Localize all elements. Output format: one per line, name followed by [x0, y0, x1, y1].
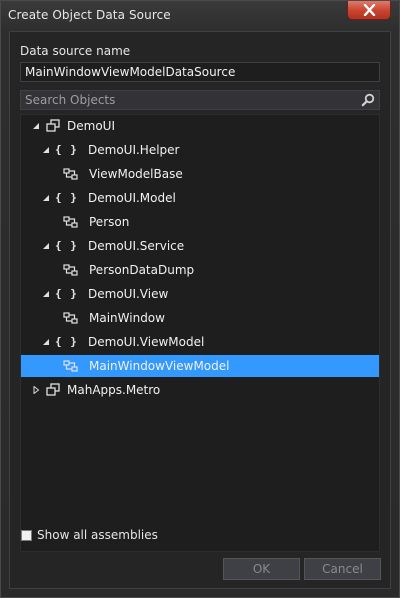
- dialog-content: Data source name MainWindowViewModelData…: [9, 31, 391, 589]
- expanded-arrow-icon[interactable]: [42, 338, 50, 346]
- tree-item-class[interactable]: MainWindowViewModel: [21, 355, 379, 377]
- tree-item-class[interactable]: PersonDataDump: [21, 259, 379, 281]
- class-icon: [63, 264, 78, 276]
- close-icon: [363, 4, 376, 16]
- search-objects-input[interactable]: Search Objects: [25, 93, 115, 107]
- collapsed-arrow-icon[interactable]: [32, 386, 40, 394]
- expanded-arrow-icon[interactable]: [42, 146, 50, 154]
- class-icon: [63, 312, 78, 324]
- tree-item-label: DemoUI.Model: [88, 191, 176, 205]
- class-icon: [63, 216, 78, 228]
- close-button[interactable]: [347, 1, 391, 20]
- tree-item-label: MahApps.Metro: [67, 383, 161, 397]
- search-icon[interactable]: [361, 93, 375, 107]
- tree-item-class[interactable]: ViewModelBase: [21, 163, 379, 185]
- tree-item-class[interactable]: Person: [21, 211, 379, 233]
- show-all-assemblies-label[interactable]: Show all assemblies: [37, 528, 158, 542]
- namespace-icon: { }: [55, 287, 78, 300]
- class-icon: [63, 168, 78, 180]
- tree-item-label: DemoUI: [67, 119, 115, 133]
- tree-item-label: MainWindow: [89, 311, 165, 325]
- tree-item-label: PersonDataDump: [89, 263, 195, 277]
- class-icon: [63, 360, 78, 372]
- tree-item-namespace[interactable]: { } DemoUI.Service: [21, 235, 379, 257]
- tree-item-assembly[interactable]: MahApps.Metro: [21, 379, 379, 401]
- window-title: Create Object Data Source: [8, 8, 171, 22]
- namespace-icon: { }: [55, 239, 78, 252]
- expanded-arrow-icon[interactable]: [42, 242, 50, 250]
- cancel-button[interactable]: Cancel: [304, 558, 381, 580]
- tree-item-namespace[interactable]: { } DemoUI.ViewModel: [21, 331, 379, 353]
- tree-item-label: DemoUI.ViewModel: [88, 335, 205, 349]
- tree-item-assembly[interactable]: DemoUI: [21, 115, 379, 137]
- tree-item-class[interactable]: MainWindow: [21, 307, 379, 329]
- tree-item-label: DemoUI.Helper: [88, 143, 180, 157]
- assembly-icon: [46, 119, 60, 132]
- tree-item-label: DemoUI.Service: [88, 239, 185, 253]
- data-source-name-input[interactable]: MainWindowViewModelDataSource: [20, 62, 380, 82]
- tree-item-label: MainWindowViewModel: [89, 359, 230, 373]
- assembly-icon: [46, 383, 60, 396]
- ok-button[interactable]: OK: [223, 558, 300, 580]
- search-box[interactable]: Search Objects: [20, 90, 380, 110]
- namespace-icon: { }: [55, 191, 78, 204]
- tree-item-label: ViewModelBase: [89, 167, 183, 181]
- expanded-arrow-icon[interactable]: [42, 290, 50, 298]
- object-tree[interactable]: DemoUI { } DemoUI.Helper ViewModelBase { } De…: [20, 114, 380, 552]
- dialog-window: Create Object Data Source Data source na…: [0, 0, 400, 598]
- tree-item-label: DemoUI.View: [88, 287, 169, 301]
- expanded-arrow-icon[interactable]: [32, 122, 40, 130]
- expanded-arrow-icon[interactable]: [42, 194, 50, 202]
- tree-item-label: Person: [89, 215, 130, 229]
- tree-item-namespace[interactable]: { } DemoUI.Helper: [21, 139, 379, 161]
- show-all-assemblies-checkbox[interactable]: [21, 530, 32, 541]
- namespace-icon: { }: [55, 143, 78, 156]
- data-source-name-label: Data source name: [20, 44, 131, 58]
- title-bar[interactable]: Create Object Data Source: [1, 1, 399, 31]
- namespace-icon: { }: [55, 335, 78, 348]
- tree-item-namespace[interactable]: { } DemoUI.Model: [21, 187, 379, 209]
- tree-item-namespace[interactable]: { } DemoUI.View: [21, 283, 379, 305]
